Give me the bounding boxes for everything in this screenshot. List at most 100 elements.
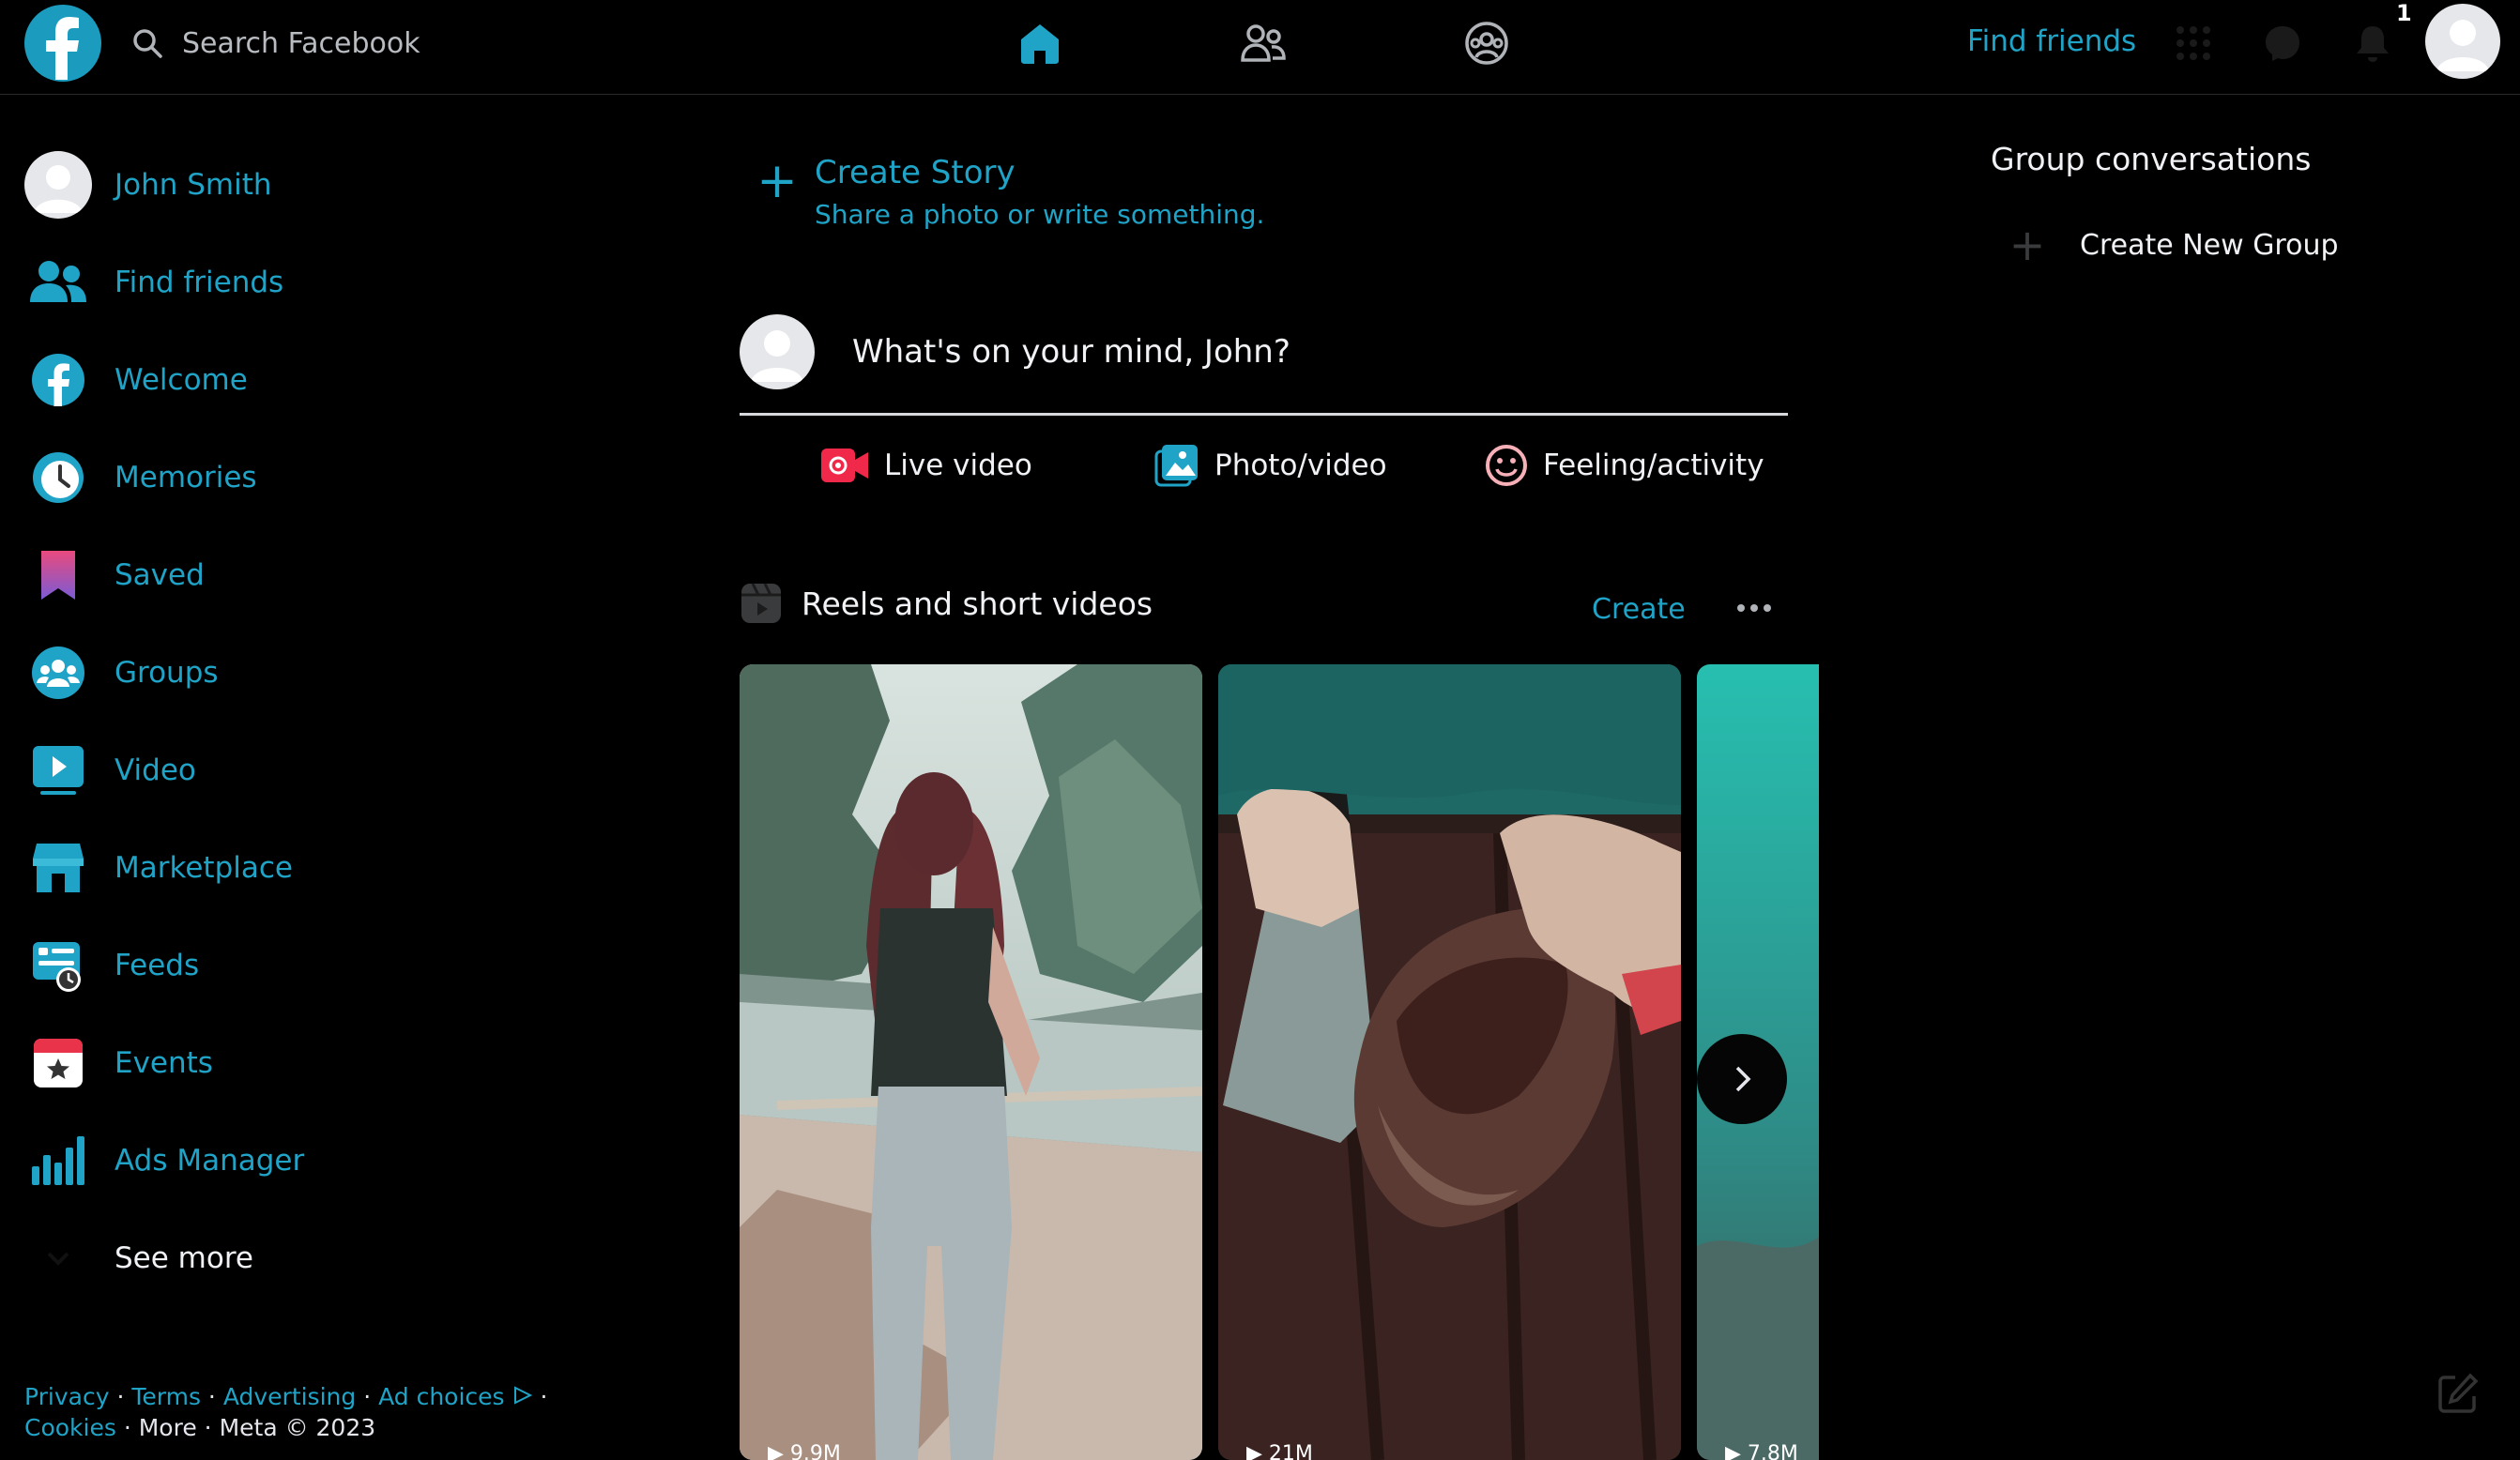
live-video-button[interactable]: Live video: [820, 437, 1032, 494]
feeds-icon: [33, 942, 81, 992]
reels-next-button[interactable]: [1697, 1034, 1787, 1124]
plus-icon: +: [2008, 220, 2046, 270]
reels-more-button[interactable]: [1733, 589, 1776, 627]
sidebar-item-saved[interactable]: Saved: [24, 526, 550, 624]
create-story-title: Create Story: [815, 154, 1016, 191]
sidebar-item-see-more[interactable]: See more: [24, 1209, 550, 1307]
sidebar-item-profile[interactable]: John Smith: [24, 136, 550, 234]
sidebar-item-welcome[interactable]: Welcome: [24, 331, 550, 429]
sidebar-item-groups[interactable]: Groups: [24, 624, 550, 722]
feeling-activity-button[interactable]: Feeling/activity: [1485, 437, 1764, 494]
sidebar-item-label: Video: [115, 753, 196, 787]
group-conversations-heading: Group conversations: [1991, 141, 2312, 177]
reels-create-link[interactable]: Create: [1592, 593, 1686, 626]
action-label: Feeling/activity: [1543, 449, 1764, 482]
notification-badge: 1: [2396, 0, 2412, 26]
action-label: Photo/video: [1214, 449, 1387, 482]
terms-link[interactable]: Terms: [131, 1383, 201, 1410]
cookies-link[interactable]: Cookies: [24, 1414, 116, 1441]
messenger-button[interactable]: [2260, 21, 2305, 66]
top-navigation-bar: Find friends 1: [0, 0, 2520, 95]
home-tab[interactable]: [1010, 17, 1070, 69]
photo-icon: [1154, 445, 1198, 487]
groups-icon: [1465, 22, 1508, 65]
friends-tab[interactable]: [1233, 17, 1293, 69]
avatar-icon: [2436, 20, 2489, 71]
create-story-subtitle: Share a photo or write something.: [815, 199, 1265, 230]
create-story-button[interactable]: + Create Story Share a photo or write so…: [740, 150, 1264, 230]
post-composer[interactable]: What's on your mind, John?: [740, 314, 1788, 416]
search-input[interactable]: [180, 25, 522, 61]
more-link[interactable]: More: [139, 1414, 197, 1441]
reel-views: ▶ 9.9M: [768, 1442, 841, 1460]
ad-choices-link[interactable]: Ad choices: [378, 1383, 504, 1410]
reels-icon: [741, 583, 781, 623]
search-icon: [133, 29, 162, 58]
shop-icon: [33, 844, 84, 892]
create-new-group-label: Create New Group: [2080, 228, 2339, 262]
facebook-icon: [32, 354, 84, 406]
ad-choices-icon: [513, 1386, 532, 1405]
sidebar-item-label: Events: [115, 1046, 213, 1080]
sidebar-item-label: Memories: [115, 461, 257, 494]
home-icon: [1021, 24, 1059, 64]
avatar: [24, 151, 92, 219]
reel-thumbnail[interactable]: ▶ 21M: [1218, 664, 1681, 1460]
sidebar-item-feeds[interactable]: Feeds: [24, 917, 550, 1014]
bookmark-icon: [41, 551, 75, 600]
smiley-icon: [1486, 445, 1527, 486]
sidebar-item-memories[interactable]: Memories: [24, 429, 550, 526]
compose-icon: [2438, 1373, 2479, 1413]
sidebar-item-video[interactable]: Video: [24, 722, 550, 819]
reel-image-girl-by-river: [740, 664, 1202, 1460]
friends-icon: [30, 261, 86, 302]
calendar-icon: [34, 1039, 83, 1087]
sidebar-item-events[interactable]: Events: [24, 1014, 550, 1112]
find-friends-link[interactable]: Find friends: [1967, 24, 2136, 58]
grid-menu-icon: [2176, 26, 2210, 60]
account-avatar[interactable]: [2425, 4, 2500, 79]
sidebar-item-ads-manager[interactable]: Ads Manager: [24, 1112, 550, 1209]
composer-prompt[interactable]: What's on your mind, John?: [852, 333, 1291, 371]
more-dots-icon: [1737, 604, 1771, 612]
create-new-group-button[interactable]: + Create New Group: [2005, 220, 2339, 270]
messenger-icon: [2266, 26, 2299, 61]
sidebar-item-label: Marketplace: [115, 851, 293, 885]
notifications-button[interactable]: [2350, 21, 2395, 66]
reel-views: ▶ 7.8M: [1725, 1442, 1798, 1460]
sidebar-item-label: Find friends: [115, 266, 284, 299]
sidebar-item-label: Feeds: [115, 949, 200, 982]
friends-icon: [1241, 24, 1286, 62]
new-message-button[interactable]: [2435, 1370, 2482, 1417]
reel-image-cutting-meat: [1218, 664, 1681, 1460]
video-icon: [33, 746, 84, 795]
sidebar-item-find-friends[interactable]: Find friends: [24, 234, 550, 331]
clock-icon: [33, 452, 84, 503]
facebook-logo-icon[interactable]: [24, 5, 101, 82]
action-label: Live video: [884, 449, 1032, 482]
sidebar-item-label: Groups: [115, 656, 219, 690]
menu-button[interactable]: [2171, 21, 2216, 66]
advertising-link[interactable]: Advertising: [223, 1383, 356, 1410]
chevron-right-icon: [1735, 1066, 1751, 1092]
sidebar-item-label: Welcome: [115, 363, 248, 397]
bar-chart-icon: [32, 1136, 84, 1185]
groups-icon: [32, 646, 84, 699]
reels-title: Reels and short videos: [802, 585, 1153, 622]
sidebar-item-label: Ads Manager: [115, 1144, 305, 1178]
reel-views: ▶ 21M: [1246, 1442, 1313, 1460]
search-bar[interactable]: [131, 17, 522, 69]
sidebar-item-label: Saved: [115, 558, 205, 592]
groups-tab[interactable]: [1457, 17, 1517, 69]
plus-icon: +: [756, 153, 798, 209]
footer-links: Privacy · Terms · Advertising · Ad choic…: [24, 1383, 548, 1441]
live-video-icon: [821, 449, 868, 482]
privacy-link[interactable]: Privacy: [24, 1383, 110, 1410]
left-sidebar: John Smith Find friends Welcome Memories…: [24, 136, 550, 1307]
bell-icon: [2357, 26, 2389, 62]
sidebar-item-marketplace[interactable]: Marketplace: [24, 819, 550, 917]
reel-thumbnail[interactable]: ▶ 9.9M: [740, 664, 1202, 1460]
photo-video-button[interactable]: Photo/video: [1154, 437, 1387, 494]
sidebar-item-label: John Smith: [115, 168, 272, 202]
sidebar-item-label: See more: [115, 1241, 253, 1275]
